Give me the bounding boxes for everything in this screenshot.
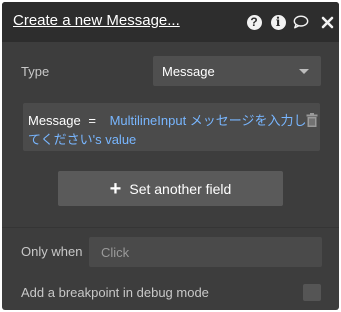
breakpoint-checkbox[interactable] [303,284,321,301]
close-icon[interactable] [319,14,335,30]
type-select[interactable]: Message [153,56,321,86]
workflow-action-panel: Create a new Message... ? i Type Message… [2,2,339,310]
only-when-label: Only when [21,244,83,259]
panel-header: Create a new Message... ? i [2,2,339,42]
comment-icon[interactable] [293,14,309,30]
set-another-field-button[interactable]: + Set another field [58,171,283,206]
info-glyph: i [270,14,286,30]
only-when-input[interactable] [89,237,322,267]
field-name: Message [28,113,81,128]
field-assignment-row[interactable]: Message = MultilineInput メッセージを入力してください'… [23,103,320,151]
help-glyph: ? [246,14,262,30]
type-select-value: Message [162,64,215,79]
breakpoint-label: Add a breakpoint in debug mode [21,285,209,300]
panel-title[interactable]: Create a new Message... [13,12,180,29]
help-icon[interactable]: ? [246,14,262,30]
divider [2,227,339,228]
trash-icon[interactable] [306,113,318,132]
set-another-field-label: Set another field [129,180,232,197]
info-icon[interactable]: i [270,14,286,30]
field-operator: = [88,113,96,128]
chevron-down-icon [299,69,309,74]
field-assignment-text: Message = MultilineInput メッセージを入力してください'… [28,111,314,149]
plus-icon: + [109,177,122,200]
type-label: Type [21,64,50,79]
